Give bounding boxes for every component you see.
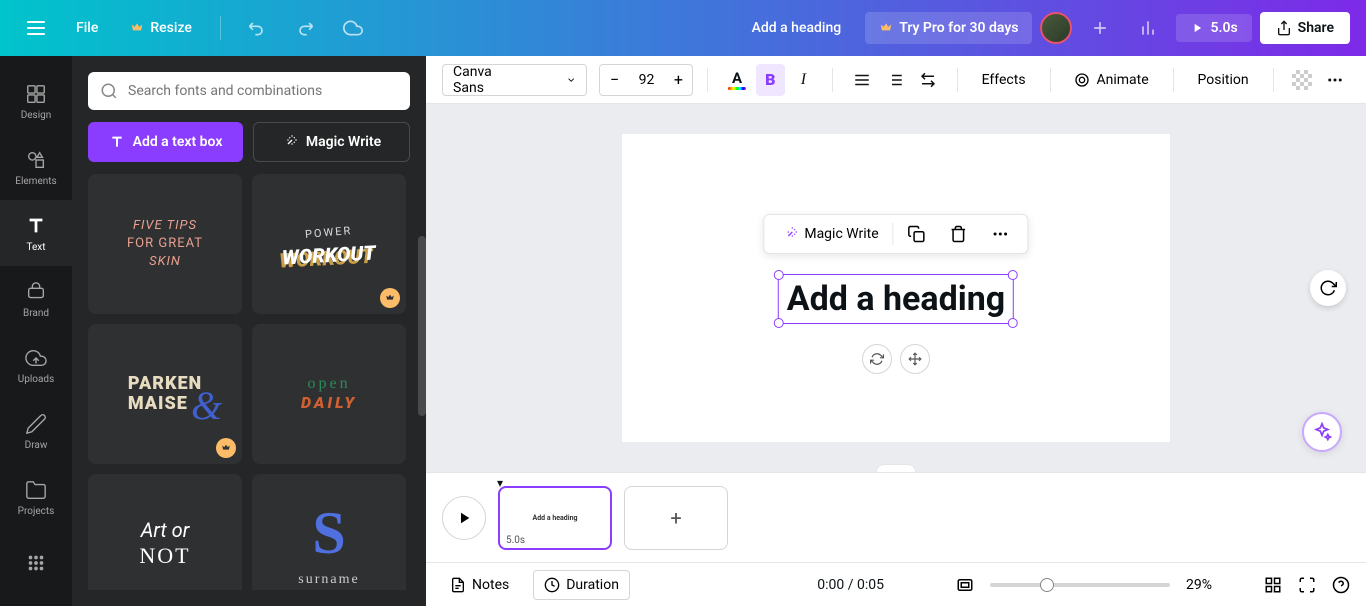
pro-badge-icon xyxy=(380,288,400,308)
scrollbar[interactable] xyxy=(418,236,426,416)
resize-handle[interactable] xyxy=(1008,318,1018,328)
share-button[interactable]: Share xyxy=(1260,12,1350,44)
template-card[interactable]: FIVE TIPSFOR GREATSKIN xyxy=(88,174,242,314)
duration-button[interactable]: Duration xyxy=(533,570,630,600)
position-button[interactable]: Position xyxy=(1188,66,1259,94)
rail-design[interactable]: Design xyxy=(0,68,72,134)
italic-button[interactable]: I xyxy=(789,64,818,96)
resize-handle[interactable] xyxy=(1008,270,1018,280)
grid-view-icon[interactable] xyxy=(1264,576,1282,594)
element-toolbar: Magic Write xyxy=(763,214,1028,254)
font-family-select[interactable]: Canva Sans xyxy=(442,64,587,96)
notes-button[interactable]: Notes xyxy=(442,573,517,597)
playhead-marker[interactable]: ▾ xyxy=(497,476,503,490)
canvas-page[interactable]: Magic Write Add a heading xyxy=(622,134,1170,442)
animate-icon xyxy=(1074,72,1090,88)
alignment-button[interactable] xyxy=(847,64,876,96)
resize-handle[interactable] xyxy=(774,318,784,328)
text-icon xyxy=(109,134,125,150)
search-input[interactable] xyxy=(128,83,398,99)
status-bar: Notes Duration 0:00 / 0:05 29% xyxy=(426,562,1366,606)
present-button[interactable]: 5.0s xyxy=(1176,14,1251,42)
crown-icon xyxy=(879,21,893,35)
rotate-button[interactable] xyxy=(862,344,892,374)
magic-wand-icon xyxy=(782,226,798,242)
template-card[interactable]: PARKENMAISE& xyxy=(88,324,242,464)
rail-uploads[interactable]: Uploads xyxy=(0,332,72,398)
rail-draw[interactable]: Draw xyxy=(0,398,72,464)
more-button[interactable] xyxy=(982,218,1020,250)
search-icon xyxy=(100,82,118,100)
cloud-sync-icon[interactable] xyxy=(333,8,373,48)
heading-text[interactable]: Add a heading xyxy=(787,279,1005,319)
chevron-down-icon xyxy=(566,74,576,86)
more-options-button[interactable] xyxy=(1321,64,1350,96)
template-card[interactable]: Art orNOT xyxy=(88,474,242,590)
add-text-box-button[interactable]: Add a text box xyxy=(88,122,243,162)
play-button[interactable] xyxy=(442,496,486,540)
try-pro-button[interactable]: Try Pro for 30 days xyxy=(865,12,1032,44)
ai-assistant-button[interactable] xyxy=(1302,412,1342,452)
font-size-control: − + xyxy=(599,64,693,96)
delete-button[interactable] xyxy=(940,218,978,250)
effects-button[interactable]: Effects xyxy=(972,66,1036,94)
font-size-decrease[interactable]: − xyxy=(600,65,628,95)
rail-projects[interactable]: Projects xyxy=(0,464,72,530)
text-toolbar: Canva Sans − + A B I xyxy=(426,56,1366,104)
analytics-button[interactable] xyxy=(1128,8,1168,48)
resize-button[interactable]: Resize xyxy=(118,12,204,44)
text-color-button[interactable]: A xyxy=(722,64,751,96)
template-card[interactable]: POWERWORKOUT xyxy=(252,174,406,314)
resize-handle[interactable] xyxy=(774,270,784,280)
magic-wand-icon xyxy=(282,134,298,150)
animate-button[interactable]: Animate xyxy=(1064,66,1158,94)
spacing-button[interactable] xyxy=(913,64,942,96)
magic-write-button[interactable]: Magic Write xyxy=(253,122,410,162)
pro-badge-icon xyxy=(216,438,236,458)
rail-elements[interactable]: Elements xyxy=(0,134,72,200)
canvas-area: Canva Sans − + A B I xyxy=(426,56,1366,606)
fit-icon[interactable] xyxy=(956,576,974,594)
rail-brand[interactable]: Brand xyxy=(0,266,72,332)
rail-text[interactable]: Text xyxy=(0,200,72,266)
crown-icon xyxy=(130,21,144,35)
template-card[interactable]: openDAILY xyxy=(252,324,406,464)
timeline-page-thumb[interactable]: ▾ Add a heading 5.0s xyxy=(498,486,612,550)
document-title[interactable]: Add a heading xyxy=(736,12,858,44)
font-size-increase[interactable]: + xyxy=(664,65,692,95)
transparency-button[interactable] xyxy=(1288,64,1317,96)
next-page-button[interactable] xyxy=(1310,270,1346,306)
redo-button[interactable] xyxy=(285,8,325,48)
zoom-percent[interactable]: 29% xyxy=(1186,577,1212,593)
add-button[interactable] xyxy=(1080,8,1120,48)
time-display: 0:00 / 0:05 xyxy=(817,577,884,593)
template-card[interactable]: Ssurname xyxy=(252,474,406,590)
fullscreen-icon[interactable] xyxy=(1298,576,1316,594)
move-button[interactable] xyxy=(900,344,930,374)
text-element-selected[interactable]: Add a heading xyxy=(778,274,1014,324)
left-rail: Design Elements Text Brand Uploads Draw … xyxy=(0,56,72,606)
search-box[interactable] xyxy=(88,72,410,110)
divider xyxy=(220,16,221,40)
bold-button[interactable]: B xyxy=(756,64,785,96)
undo-button[interactable] xyxy=(237,8,277,48)
timeline: ▾ Add a heading 5.0s + xyxy=(426,472,1366,562)
magic-write-context-button[interactable]: Magic Write xyxy=(772,218,888,250)
font-size-input[interactable] xyxy=(628,72,664,88)
rail-apps[interactable] xyxy=(0,530,72,596)
help-icon[interactable] xyxy=(1332,576,1350,594)
slider-thumb[interactable] xyxy=(1040,578,1054,592)
add-page-button[interactable]: + xyxy=(624,486,728,550)
zoom-slider[interactable] xyxy=(990,583,1170,587)
file-menu[interactable]: File xyxy=(64,12,110,44)
top-bar: File Resize Add a heading Try Pro for 30… xyxy=(0,0,1366,56)
menu-button[interactable] xyxy=(16,8,56,48)
user-avatar[interactable] xyxy=(1040,12,1072,44)
side-panel: Add a text box Magic Write FIVE TIPSFOR … xyxy=(72,56,426,606)
list-button[interactable] xyxy=(880,64,909,96)
duplicate-button[interactable] xyxy=(898,218,936,250)
templates-grid: FIVE TIPSFOR GREATSKIN POWERWORKOUT PARK… xyxy=(88,174,410,590)
canvas-viewport[interactable]: Magic Write Add a heading xyxy=(426,104,1366,472)
